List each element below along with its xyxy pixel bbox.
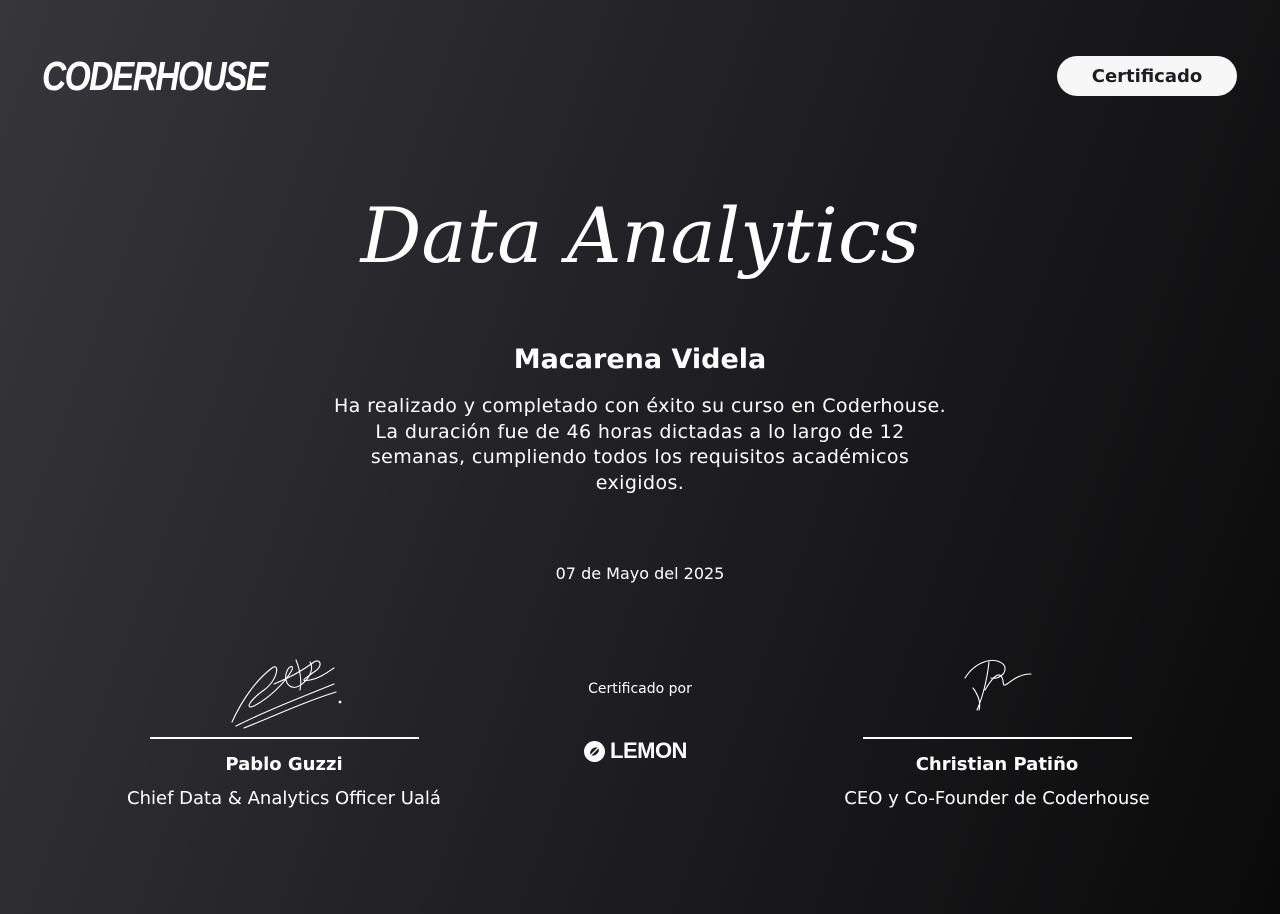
signatory-name: Pablo Guzzi bbox=[225, 754, 343, 775]
signature-line bbox=[862, 737, 1132, 739]
coderhouse-logo: CODERHOUSE bbox=[42, 53, 268, 99]
partner-logo-text: LEMON bbox=[610, 738, 687, 763]
issue-date: 07 de Mayo del 2025 bbox=[555, 564, 725, 583]
certificate-badge: Certificado bbox=[1057, 56, 1237, 96]
student-name: Macarena Videla bbox=[513, 344, 767, 375]
partner-logo: LEMON bbox=[584, 738, 687, 764]
signature-line bbox=[149, 737, 419, 739]
signatory-name: Christian Patiño bbox=[915, 754, 1079, 775]
certificate-description: Ha realizado y completado con éxito su c… bbox=[333, 395, 947, 494]
signatory-right: Christian Patiño CEO y Co-Founder de Cod… bbox=[797, 640, 1197, 811]
signatory-role: Chief Data & Analytics Officer Ualá bbox=[127, 788, 441, 809]
signatory-left: Pablo Guzzi Chief Data & Analytics Offic… bbox=[84, 640, 484, 811]
signatory-role: CEO y Co-Founder de Coderhouse bbox=[844, 788, 1150, 809]
course-title: Data Analytics bbox=[360, 191, 920, 280]
lemon-logo-icon bbox=[584, 740, 605, 762]
right-signature-icon bbox=[964, 660, 1032, 711]
